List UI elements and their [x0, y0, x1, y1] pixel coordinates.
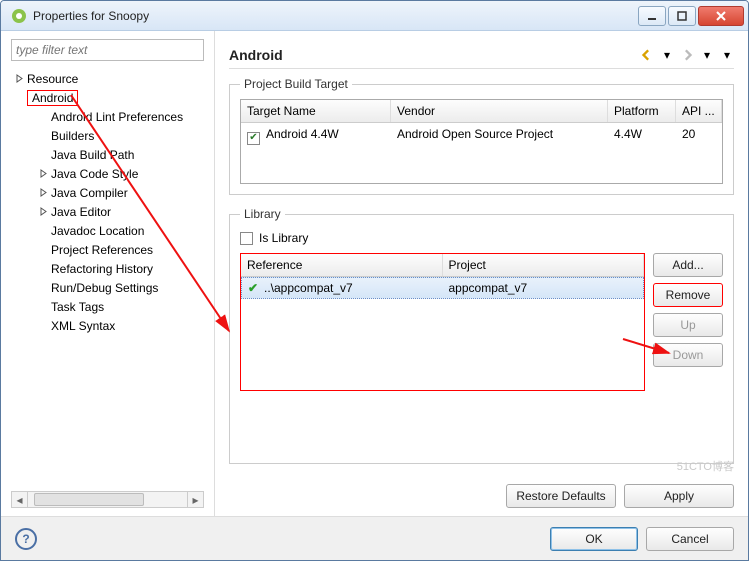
expand-icon: [37, 263, 49, 275]
up-button[interactable]: Up: [653, 313, 723, 337]
sidebar-item-label: Refactoring History: [51, 262, 153, 276]
library-row[interactable]: ✔ ..\appcompat_v7 appcompat_v7: [241, 277, 644, 299]
restore-defaults-button[interactable]: Restore Defaults: [506, 484, 616, 508]
target-name: Android 4.4W: [266, 127, 339, 141]
target-checkbox[interactable]: [247, 132, 260, 145]
build-target-legend: Project Build Target: [240, 77, 352, 91]
expand-icon: [37, 149, 49, 161]
lib-project: appcompat_v7: [443, 278, 644, 298]
expand-icon: [37, 225, 49, 237]
library-legend: Library: [240, 207, 285, 221]
col-api[interactable]: API ...: [676, 100, 722, 122]
view-menu-icon[interactable]: ▾: [720, 48, 734, 62]
col-platform[interactable]: Platform: [608, 100, 676, 122]
sidebar-item-label: Resource: [27, 72, 78, 86]
sidebar-item-label: Java Code Style: [51, 167, 138, 181]
sidebar-item-builders[interactable]: Builders: [9, 126, 210, 145]
sidebar-hscrollbar[interactable]: ◂ ▸: [11, 491, 204, 508]
maximize-button[interactable]: [668, 6, 696, 26]
back-icon[interactable]: [640, 48, 654, 62]
expand-icon: [37, 130, 49, 142]
help-icon[interactable]: ?: [15, 528, 37, 550]
app-icon: [11, 8, 27, 24]
sidebar-item-label: Java Editor: [51, 205, 111, 219]
col-vendor[interactable]: Vendor: [391, 100, 608, 122]
build-target-row[interactable]: Android 4.4W Android Open Source Project…: [241, 123, 722, 183]
ok-button[interactable]: OK: [550, 527, 638, 551]
build-target-table[interactable]: Target Name Vendor Platform API ... Andr…: [240, 99, 723, 184]
sidebar-item-label: Task Tags: [51, 300, 104, 314]
properties-dialog: Properties for Snoopy ResourceAndroidAnd…: [0, 0, 749, 561]
scroll-thumb[interactable]: [34, 493, 144, 506]
library-table[interactable]: Reference Project ✔ ..\appcompat_v7 appco…: [240, 253, 645, 391]
expand-icon: [37, 282, 49, 294]
back-menu-icon[interactable]: ▾: [660, 48, 674, 62]
minimize-button[interactable]: [638, 6, 666, 26]
scroll-right-icon[interactable]: ▸: [187, 492, 203, 507]
forward-menu-icon[interactable]: ▾: [700, 48, 714, 62]
col-reference[interactable]: Reference: [241, 254, 443, 276]
down-button[interactable]: Down: [653, 343, 723, 367]
sidebar-item-label: Run/Debug Settings: [51, 281, 158, 295]
expand-icon: [37, 301, 49, 313]
forward-icon[interactable]: [680, 48, 694, 62]
page-title: Android: [229, 47, 634, 63]
build-target-group: Project Build Target Target Name Vendor …: [229, 77, 734, 195]
sidebar-item-java-compiler[interactable]: Java Compiler: [9, 183, 210, 202]
col-project[interactable]: Project: [443, 254, 645, 276]
sidebar-item-task-tags[interactable]: Task Tags: [9, 297, 210, 316]
expand-icon[interactable]: [37, 168, 49, 180]
expand-icon[interactable]: [37, 187, 49, 199]
target-platform: 4.4W: [608, 123, 676, 145]
sidebar-item-android[interactable]: Android: [9, 88, 210, 107]
sidebar-item-java-code-style[interactable]: Java Code Style: [9, 164, 210, 183]
sidebar: Resource Android Android Lint Preferences B…: [1, 31, 215, 516]
sidebar-item-resource[interactable]: Resource: [9, 69, 210, 88]
sidebar-item-xml-syntax[interactable]: XML Syntax: [9, 316, 210, 335]
checkbox-icon[interactable]: [240, 232, 253, 245]
category-tree[interactable]: Resource Android Android Lint Preferences B…: [5, 69, 210, 489]
sidebar-item-run-debug-settings[interactable]: Run/Debug Settings: [9, 278, 210, 297]
is-library-label: Is Library: [259, 231, 308, 245]
close-button[interactable]: [698, 6, 744, 26]
filter-input[interactable]: [11, 39, 204, 61]
sidebar-item-javadoc-location[interactable]: Javadoc Location: [9, 221, 210, 240]
titlebar[interactable]: Properties for Snoopy: [1, 1, 748, 31]
scroll-left-icon[interactable]: ◂: [12, 492, 28, 507]
lib-reference: ..\appcompat_v7: [264, 281, 353, 295]
expand-icon[interactable]: [13, 73, 25, 85]
remove-button[interactable]: Remove: [653, 283, 723, 307]
dialog-footer: ? OK Cancel: [1, 516, 748, 560]
expand-icon[interactable]: [37, 206, 49, 218]
library-group: Library Is Library Reference Project ✔..…: [229, 207, 734, 464]
target-api: 20: [676, 123, 722, 145]
sidebar-item-label: Android Lint Preferences: [51, 110, 183, 124]
expand-icon: [37, 244, 49, 256]
sidebar-item-label: Java Compiler: [51, 186, 128, 200]
sidebar-item-label: Android: [27, 90, 78, 106]
sidebar-item-java-build-path[interactable]: Java Build Path: [9, 145, 210, 164]
check-icon: ✔: [248, 281, 260, 293]
sidebar-item-label: XML Syntax: [51, 319, 115, 333]
sidebar-item-label: Java Build Path: [51, 148, 134, 162]
sidebar-item-java-editor[interactable]: Java Editor: [9, 202, 210, 221]
target-vendor: Android Open Source Project: [391, 123, 608, 145]
sidebar-item-label: Javadoc Location: [51, 224, 144, 238]
expand-icon: [37, 320, 49, 332]
expand-icon: [37, 111, 49, 123]
sidebar-item-android-lint-preferences[interactable]: Android Lint Preferences: [9, 107, 210, 126]
cancel-button[interactable]: Cancel: [646, 527, 734, 551]
is-library-checkbox[interactable]: Is Library: [240, 231, 723, 245]
sidebar-item-label: Builders: [51, 129, 94, 143]
expand-icon: [13, 92, 25, 104]
apply-button[interactable]: Apply: [624, 484, 734, 508]
sidebar-item-label: Project References: [51, 243, 153, 257]
window-title: Properties for Snoopy: [33, 9, 638, 23]
main-panel: Android ▾ ▾ ▾ Project Build Target Targe…: [215, 31, 748, 516]
sidebar-item-refactoring-history[interactable]: Refactoring History: [9, 259, 210, 278]
col-target-name[interactable]: Target Name: [241, 100, 391, 122]
sidebar-item-project-references[interactable]: Project References: [9, 240, 210, 259]
add-button[interactable]: Add...: [653, 253, 723, 277]
